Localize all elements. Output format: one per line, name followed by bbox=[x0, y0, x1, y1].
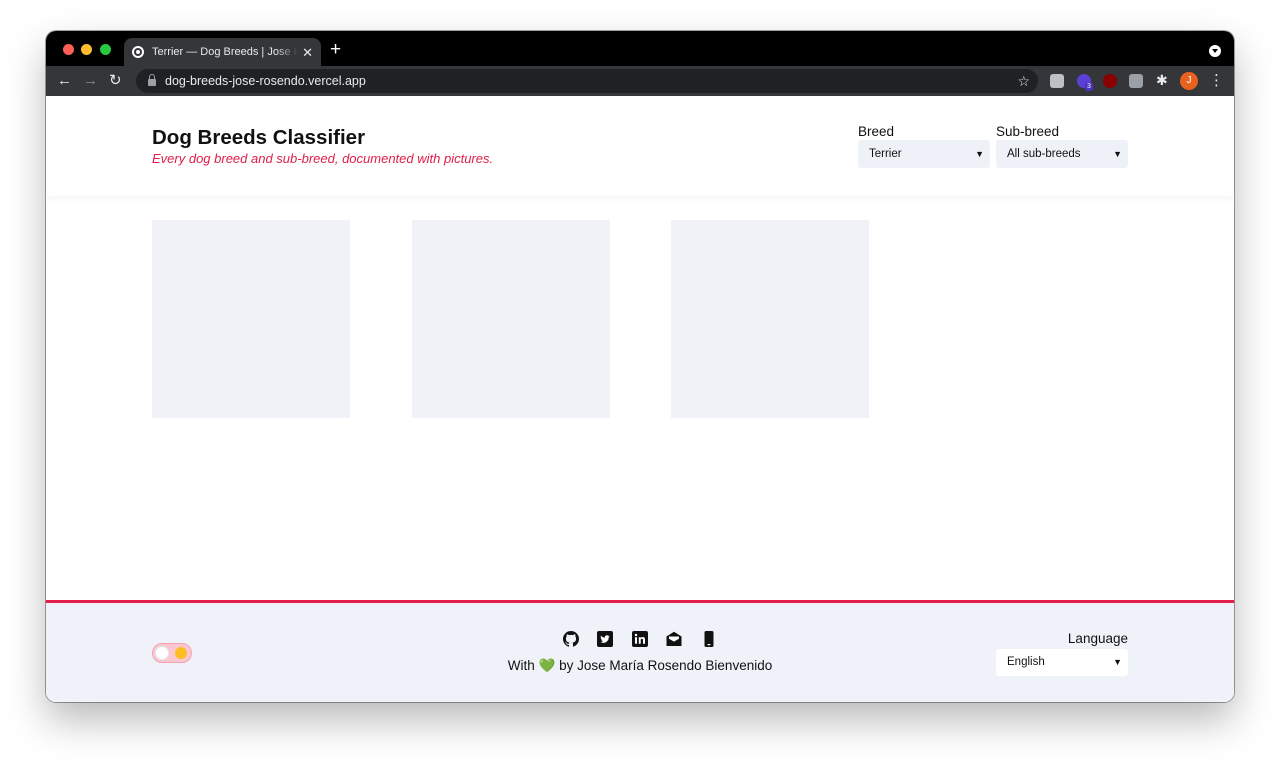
credit-prefix: With bbox=[507, 658, 535, 673]
chevron-down-icon: ▼ bbox=[1113, 657, 1122, 667]
heart-icon: 💚 bbox=[538, 658, 556, 673]
browser-tab-active[interactable]: Terrier — Dog Breeds | Jose Rosendo ✕ bbox=[124, 38, 321, 66]
puzzle-extensions-icon[interactable]: ✱ bbox=[1156, 72, 1168, 89]
tab-strip: Terrier — Dog Breeds | Jose Rosendo ✕ + bbox=[46, 31, 1234, 66]
language-label: Language bbox=[1067, 631, 1128, 646]
back-arrow-icon[interactable]: ← bbox=[57, 72, 72, 90]
tab-favicon-icon bbox=[132, 46, 144, 58]
subbreed-select-value: All sub-breeds bbox=[1007, 148, 1081, 160]
breed-label: Breed bbox=[858, 124, 895, 139]
language-select[interactable]: English ▼ bbox=[996, 649, 1128, 676]
chevron-down-icon: ▼ bbox=[1113, 149, 1122, 159]
more-menu-icon[interactable]: ⋮ bbox=[1209, 72, 1224, 90]
subbreed-label: Sub-breed bbox=[996, 124, 1060, 139]
page-subtitle: Every dog breed and sub-breed, documente… bbox=[152, 151, 494, 166]
breed-select[interactable]: Terrier ▼ bbox=[858, 140, 990, 168]
forward-arrow-icon[interactable]: → bbox=[83, 72, 98, 90]
twitter-icon[interactable] bbox=[597, 631, 613, 647]
extension-icon[interactable] bbox=[1050, 74, 1064, 88]
language-select-value: English bbox=[1007, 656, 1045, 668]
close-window-button[interactable] bbox=[63, 44, 74, 55]
github-icon[interactable] bbox=[563, 631, 579, 647]
tab-search-icon[interactable] bbox=[1209, 45, 1221, 57]
new-tab-button[interactable]: + bbox=[330, 40, 341, 59]
dog-image-placeholder[interactable] bbox=[412, 220, 610, 418]
phone-icon[interactable] bbox=[701, 631, 717, 647]
chevron-down-icon: ▼ bbox=[975, 149, 984, 159]
page-title: Dog Breeds Classifier bbox=[152, 126, 366, 149]
profile-avatar[interactable]: J bbox=[1180, 72, 1198, 90]
site-footer: With 💚 by Jose María Rosendo Bienvenido … bbox=[46, 600, 1234, 702]
lock-icon[interactable] bbox=[148, 74, 156, 86]
tab-title: Terrier — Dog Breeds | Jose Rosendo bbox=[152, 46, 299, 58]
linkedin-icon[interactable] bbox=[632, 631, 648, 647]
address-bar[interactable]: dog-breeds-jose-rosendo.vercel.app ☆ bbox=[136, 69, 1038, 93]
breed-select-value: Terrier bbox=[869, 148, 902, 160]
site-header: Dog Breeds Classifier Every dog breed an… bbox=[46, 96, 1234, 196]
browser-toolbar: ← → ↻ dog-breeds-jose-rosendo.vercel.app… bbox=[46, 66, 1234, 96]
maximize-window-button[interactable] bbox=[100, 44, 111, 55]
tab-close-icon[interactable]: ✕ bbox=[302, 46, 313, 59]
mail-icon[interactable] bbox=[666, 631, 682, 647]
browser-window: Terrier — Dog Breeds | Jose Rosendo ✕ + … bbox=[46, 31, 1234, 702]
camera-extension-icon[interactable] bbox=[1129, 74, 1143, 88]
reload-icon[interactable]: ↻ bbox=[109, 72, 122, 90]
ublock-extension-icon[interactable] bbox=[1103, 74, 1117, 88]
url-text[interactable]: dog-breeds-jose-rosendo.vercel.app bbox=[165, 74, 366, 88]
dog-image-placeholder[interactable] bbox=[671, 220, 869, 418]
extension-badge: 3 bbox=[1085, 82, 1093, 91]
subbreed-select[interactable]: All sub-breeds ▼ bbox=[996, 140, 1128, 168]
web-page: Dog Breeds Classifier Every dog breed an… bbox=[46, 96, 1234, 702]
bookmark-star-icon[interactable]: ☆ bbox=[1017, 72, 1030, 90]
minimize-window-button[interactable] bbox=[81, 44, 92, 55]
credit-author: by Jose María Rosendo Bienvenido bbox=[559, 658, 773, 673]
dog-image-placeholder[interactable] bbox=[152, 220, 350, 418]
